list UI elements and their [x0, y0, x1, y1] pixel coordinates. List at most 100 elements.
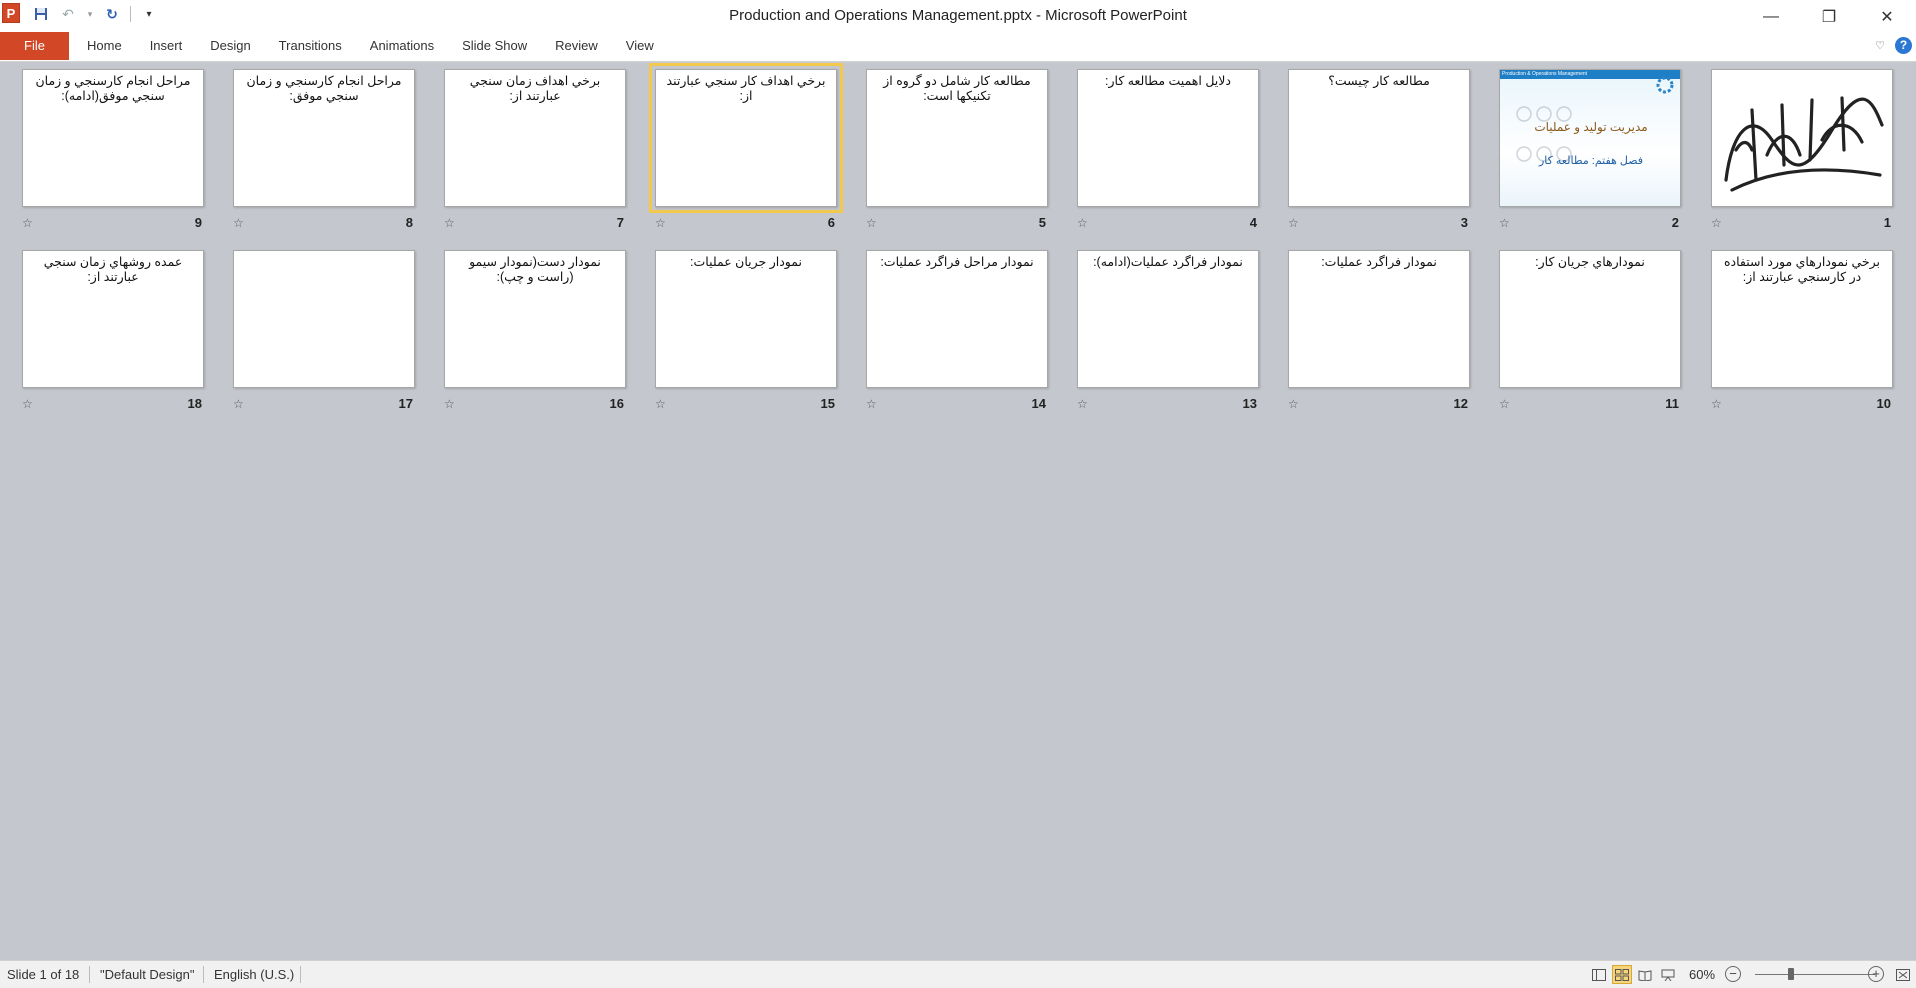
slide-thumbnail-15[interactable]: نمودار جريان عمليات: ☆ 15 [655, 250, 837, 415]
slide-number: 17 [398, 396, 413, 411]
transition-star-icon[interactable]: ☆ [444, 216, 455, 230]
transition-star-icon[interactable]: ☆ [22, 397, 33, 411]
transition-star-icon[interactable]: ☆ [1077, 216, 1088, 230]
slide-thumbnail-10[interactable]: برخي نمودارهاي مورد استفاده در كارسنجي ع… [1711, 250, 1893, 415]
slide-preview[interactable]: نمودار دست(نمودار سيمو (راست و چپ): [444, 250, 626, 388]
close-button[interactable]: ✕ [1858, 0, 1916, 34]
transition-star-icon[interactable]: ☆ [655, 216, 666, 230]
tab-design[interactable]: Design [210, 32, 250, 60]
transition-star-icon[interactable]: ☆ [233, 216, 244, 230]
slide-thumbnail-13[interactable]: نمودار فراگرد عمليات(ادامه): ☆ 13 [1077, 250, 1259, 415]
slide-number: 9 [194, 215, 202, 230]
slide-title: نمودار جريان عمليات: [690, 255, 802, 269]
tab-transitions[interactable]: Transitions [279, 32, 342, 60]
transition-star-icon[interactable]: ☆ [233, 397, 244, 411]
slide-show-view-button[interactable] [1658, 965, 1678, 984]
slide-preview[interactable]: نمودار فراگرد عمليات: [1288, 250, 1470, 388]
slide-preview[interactable]: Production & Operations Management مديريت… [1499, 69, 1681, 207]
slide-thumbnail-1[interactable]: ☆ 1 [1711, 69, 1893, 234]
language-status[interactable]: English (U.S.) [214, 967, 294, 982]
help-icon[interactable]: ? [1895, 37, 1912, 54]
slide-number: 11 [1665, 396, 1679, 411]
slide-title: مطالعه کار چیست؟ [1328, 74, 1430, 88]
slide-preview[interactable] [233, 250, 415, 388]
gear-logo-icon [1656, 76, 1674, 94]
tab-view[interactable]: View [626, 32, 654, 60]
transition-star-icon[interactable]: ☆ [444, 397, 455, 411]
tab-animations[interactable]: Animations [370, 32, 434, 60]
status-separator [89, 966, 90, 983]
slide-title: مراحل انجام كارسنجي و زمان سنجي موفق: [246, 74, 402, 103]
slide-title: نمودارهاي جريان كار: [1535, 255, 1645, 269]
slide-preview[interactable]: برخي اهداف كار سنجي عبارتند از: [649, 63, 843, 213]
slide-thumbnail-18[interactable]: عمده روشهاي زمان سنجي عبارتند از: ☆ 18 [22, 250, 204, 415]
slide-number: 13 [1242, 396, 1257, 411]
transition-star-icon[interactable]: ☆ [1711, 216, 1722, 230]
slide-preview[interactable]: مطالعه كار شامل دو گروه از تكنيكها است: [866, 69, 1048, 207]
restore-button[interactable]: ❐ [1800, 0, 1858, 34]
slide-preview[interactable]: برخي نمودارهاي مورد استفاده در كارسنجي ع… [1711, 250, 1893, 388]
slide-thumbnail-6[interactable]: برخي اهداف كار سنجي عبارتند از: ☆ 6 [649, 63, 843, 234]
slide-design-subtitle: فصل هفتم: مطالعه كار [1538, 155, 1644, 167]
transition-star-icon[interactable]: ☆ [1499, 397, 1510, 411]
slide-thumbnail-11[interactable]: نمودارهاي جريان كار: ☆ 11 [1499, 250, 1681, 415]
transition-star-icon[interactable]: ☆ [1077, 397, 1088, 411]
zoom-slider-thumb[interactable] [1788, 968, 1794, 980]
slide-preview[interactable]: برخي اهداف زمان سنجي عبارتند از: [444, 69, 626, 207]
transition-star-icon[interactable]: ☆ [22, 216, 33, 230]
slide-preview[interactable]: مطالعه کار چیست؟ [1288, 69, 1470, 207]
transition-star-icon[interactable]: ☆ [1711, 397, 1722, 411]
zoom-level[interactable]: 60% [1689, 967, 1715, 982]
tab-slide-show[interactable]: Slide Show [462, 32, 527, 60]
zoom-out-icon[interactable]: − [1725, 966, 1741, 982]
transition-star-icon[interactable]: ☆ [866, 216, 877, 230]
zoom-in-icon[interactable]: + [1868, 966, 1884, 982]
slide-sorter[interactable]: ☆ 1 Production & Operations Management مدير… [0, 62, 1916, 960]
transition-star-icon[interactable]: ☆ [1499, 216, 1510, 230]
calligraphy-artwork-icon [1724, 96, 1884, 192]
slide-thumbnail-12[interactable]: نمودار فراگرد عمليات: ☆ 12 [1288, 250, 1470, 415]
minimize-ribbon-icon[interactable]: ♡ [1875, 39, 1885, 52]
tab-home[interactable]: Home [87, 32, 122, 60]
slide-sorter-view-button[interactable] [1612, 965, 1632, 984]
window-title: Production and Operations Management.ppt… [729, 7, 1187, 24]
tab-file[interactable]: File [0, 32, 69, 60]
slide-thumbnail-4[interactable]: دلايل اهميت مطالعه كار: ☆ 4 [1077, 69, 1259, 234]
slide-thumbnail-8[interactable]: مراحل انجام كارسنجي و زمان سنجي موفق: ☆ 8 [233, 69, 415, 234]
tab-review[interactable]: Review [555, 32, 598, 60]
transition-star-icon[interactable]: ☆ [866, 397, 877, 411]
minimize-button[interactable]: — [1742, 0, 1800, 34]
slide-thumbnail-7[interactable]: برخي اهداف زمان سنجي عبارتند از: ☆ 7 [444, 69, 626, 234]
slide-preview[interactable]: دلايل اهميت مطالعه كار: [1077, 69, 1259, 207]
slide-thumbnail-5[interactable]: مطالعه كار شامل دو گروه از تكنيكها است: ☆… [866, 69, 1048, 234]
slide-title: دلايل اهميت مطالعه كار: [1105, 74, 1231, 88]
slide-thumbnail-14[interactable]: نمودار مراحل فراگرد عمليات: ☆ 14 [866, 250, 1048, 415]
theme-status[interactable]: "Default Design" [100, 967, 195, 982]
slide-thumbnail-2[interactable]: Production & Operations Management مديريت… [1499, 69, 1681, 234]
slide-preview[interactable]: مراحل انجام كارسنجي و زمان سنجي موفق: [233, 69, 415, 207]
slide-preview[interactable]: نمودارهاي جريان كار: [1499, 250, 1681, 388]
slide-thumbnail-3[interactable]: مطالعه کار چیست؟ ☆ 3 [1288, 69, 1470, 234]
transition-star-icon[interactable]: ☆ [1288, 397, 1299, 411]
slide-thumbnail-9[interactable]: مراحل انجام كارسنجي و زمان سنجي موفق(ادا… [22, 69, 204, 234]
slide-title: مراحل انجام كارسنجي و زمان سنجي موفق(ادا… [35, 74, 191, 103]
transition-star-icon[interactable]: ☆ [1288, 216, 1299, 230]
fit-to-window-icon[interactable] [1893, 965, 1913, 984]
decorative-gear-icon [1516, 106, 1572, 162]
slide-preview[interactable]: مراحل انجام كارسنجي و زمان سنجي موفق(ادا… [22, 69, 204, 207]
slide-thumbnail-17[interactable]: ☆ 17 [233, 250, 415, 415]
slide-preview[interactable]: نمودار جريان عمليات: [655, 250, 837, 388]
zoom-slider-track[interactable] [1755, 974, 1875, 975]
slide-preview[interactable]: نمودار مراحل فراگرد عمليات: [866, 250, 1048, 388]
transition-star-icon[interactable]: ☆ [655, 397, 666, 411]
slide-number: 18 [187, 396, 202, 411]
reading-view-button[interactable] [1635, 965, 1655, 984]
slide-thumbnail-16[interactable]: نمودار دست(نمودار سيمو (راست و چپ): ☆ 16 [444, 250, 626, 415]
slide-preview[interactable]: عمده روشهاي زمان سنجي عبارتند از: [22, 250, 204, 388]
tab-insert[interactable]: Insert [150, 32, 183, 60]
slide-preview[interactable]: نمودار فراگرد عمليات(ادامه): [1077, 250, 1259, 388]
slide-preview[interactable] [1711, 69, 1893, 207]
normal-view-button[interactable] [1589, 965, 1609, 984]
ribbon-tab-bar: File Home Insert Design Transitions Anim… [0, 32, 1916, 62]
slide-number: 12 [1453, 396, 1468, 411]
